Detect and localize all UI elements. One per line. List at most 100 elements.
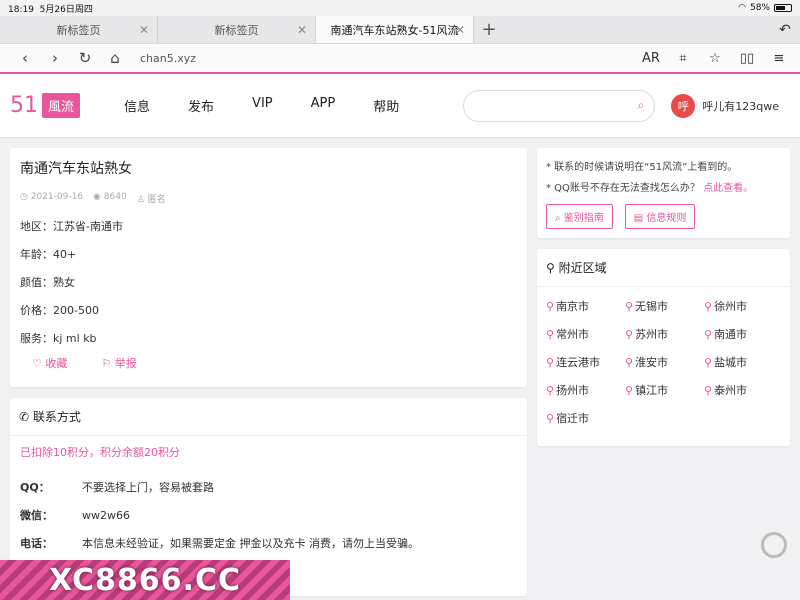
field-value: 40+	[53, 248, 77, 261]
site-logo[interactable]: 51 風流	[10, 93, 81, 118]
city-link[interactable]: ⚲ 常州市	[546, 321, 625, 349]
city-link[interactable]: ⚲ 连云港市	[546, 349, 625, 377]
city-name: 无锡市	[635, 300, 669, 313]
city-link[interactable]: ⚲ 无锡市	[625, 293, 704, 321]
guide-button[interactable]: ⌕ 鉴别指南	[546, 204, 613, 229]
city-link[interactable]: ⚲ 淮安市	[625, 349, 704, 377]
map-pin-icon: ⚲	[704, 356, 713, 369]
promo-banner[interactable]: XC8866.CC	[0, 560, 290, 600]
avatar[interactable]: 呼	[671, 93, 696, 118]
close-icon[interactable]: ✕	[455, 23, 465, 37]
ar-button[interactable]: AR	[640, 51, 662, 66]
report-label: 举报	[114, 357, 137, 370]
search-input[interactable]: ⌕	[463, 89, 656, 122]
map-pin-icon: ⚲	[625, 328, 634, 341]
field-service: 服务：kj ml kb	[20, 325, 517, 353]
main-nav: 信息 发布 VIP APP 帮助	[124, 96, 437, 115]
nav-item-publish[interactable]: 发布	[188, 96, 214, 115]
tip-line-2-text: * QQ账号不存在无法查找怎么办？	[546, 183, 700, 194]
star-icon[interactable]: ☆	[704, 51, 726, 66]
region-card: ⚲ 附近区域 ⚲ 南京市 ⚲ 无锡市 ⚲ 徐州市 ⚲ 常州市 ⚲ 苏州市 ⚲ 南通市 ⚲ 连云港市 ⚲ 淮安市…	[537, 249, 790, 446]
tip-help-link[interactable]: 点此查看。	[703, 183, 753, 194]
tab-active[interactable]: 南通汽车东站熟女-51风流 ✕	[316, 16, 474, 43]
contact-heading: ✆ 联系方式	[10, 398, 527, 436]
city-name: 徐州市	[714, 300, 748, 313]
city-link[interactable]: ⚲ 南通市	[704, 321, 783, 349]
city-name: 苏州市	[635, 328, 669, 341]
field-value: 熟女	[53, 276, 75, 289]
contact-heading-text: 联系方式	[32, 410, 81, 424]
tab-label: 南通汽车东站熟女-51风流	[330, 23, 459, 37]
tab-label: 新标签页	[56, 23, 101, 37]
city-link[interactable]: ⚲ 宿迁市	[546, 405, 625, 433]
scroll-indicator[interactable]	[761, 532, 787, 558]
city-link[interactable]: ⚲ 南京市	[546, 293, 625, 321]
nav-item-vip[interactable]: VIP	[252, 96, 273, 115]
undo-icon[interactable]: ↶	[770, 16, 800, 43]
reload-icon[interactable]: ↻	[70, 49, 100, 67]
tab-new-1[interactable]: 新标签页 ✕	[0, 16, 158, 43]
city-name: 淮安市	[635, 356, 669, 369]
banner-text: XC8866.CC	[48, 562, 241, 598]
contact-key: 电话：	[20, 537, 53, 550]
forward-icon[interactable]: ›	[40, 49, 70, 67]
back-icon[interactable]: ‹	[10, 49, 40, 67]
rules-button[interactable]: ▤ 信息规则	[624, 204, 696, 229]
search-icon[interactable]: ⌕	[637, 98, 644, 113]
city-link[interactable]: ⚲ 扬州市	[546, 377, 625, 405]
post-author: ♙ 匿名	[137, 192, 166, 205]
home-icon[interactable]: ⌂	[100, 49, 130, 67]
contact-row-qq: QQ： 不要选择上门，容易被套路	[20, 474, 517, 502]
post-title: 南通汽车东站熟女	[20, 161, 132, 177]
tab-label: 新标签页	[214, 23, 259, 37]
field-value: 200-500	[53, 304, 99, 317]
report-button[interactable]: ⚐ 举报	[101, 355, 136, 371]
close-icon[interactable]: ✕	[297, 23, 307, 37]
scan-icon[interactable]: ⌗	[672, 51, 694, 66]
contact-value: 本信息未经验证，如果需要定金 押金以及充卡 消费，请勿上当受骗。	[82, 537, 419, 550]
nav-item-help[interactable]: 帮助	[373, 96, 399, 115]
browser-toolbar: ‹ › ↻ ⌂ chan5.xyz AR ⌗ ☆ ▯▯ ≡	[0, 44, 800, 74]
city-name: 连云港市	[556, 356, 601, 369]
address-bar[interactable]: chan5.xyz	[140, 52, 640, 65]
contact-row-phone: 电话： 本信息未经验证，如果需要定金 押金以及充卡 消费，请勿上当受骗。	[20, 530, 517, 558]
book-icon[interactable]: ▯▯	[736, 51, 758, 66]
field-looks: 颜值：熟女	[20, 269, 517, 297]
nav-item-app[interactable]: APP	[311, 96, 336, 115]
favorite-button[interactable]: ♡ 收藏	[32, 355, 67, 371]
city-name: 扬州市	[556, 384, 590, 397]
field-key: 地区：	[20, 220, 53, 233]
tab-new-2[interactable]: 新标签页 ✕	[158, 16, 316, 43]
region-heading: ⚲ 附近区域	[537, 249, 790, 287]
post-fields: 地区：江苏省-南通市 年龄：40+ 颜值：熟女 价格：200-500 服务：kj…	[20, 213, 517, 353]
contact-body: 已扣除10积分，积分余额20积分 QQ： 不要选择上门，容易被套路 微信： ww2w…	[10, 436, 527, 566]
map-pin-icon: ⚲	[704, 300, 713, 313]
wifi-icon: ◠	[738, 3, 746, 13]
toolbar-actions: AR ⌗ ☆ ▯▯ ≡	[640, 51, 790, 66]
city-link[interactable]: ⚲ 镇江市	[625, 377, 704, 405]
city-name: 南京市	[556, 300, 590, 313]
user-menu[interactable]: 呼 呼儿有123qwe	[671, 93, 779, 118]
city-name: 盐城市	[714, 356, 748, 369]
battery-icon	[774, 4, 792, 12]
status-time: 18:19	[8, 4, 34, 15]
city-name: 泰州市	[714, 384, 748, 397]
menu-icon[interactable]: ≡	[768, 51, 790, 66]
city-link[interactable]: ⚲ 盐城市	[704, 349, 783, 377]
city-link[interactable]: ⚲ 苏州市	[625, 321, 704, 349]
city-name: 南通市	[714, 328, 748, 341]
field-value: 江苏省-南通市	[53, 220, 123, 233]
points-notice: 已扣除10积分，积分余额20积分	[20, 446, 180, 459]
flag-icon: ⚐	[101, 357, 112, 370]
contact-key: 微信：	[20, 509, 53, 522]
city-link[interactable]: ⚲ 泰州市	[704, 377, 783, 405]
post-views: ◉ 8640	[93, 192, 127, 205]
status-left: 18:19 5月26日周四	[8, 2, 93, 15]
map-pin-icon: ⚲	[546, 384, 555, 397]
close-icon[interactable]: ✕	[139, 23, 149, 37]
new-tab-button[interactable]: +	[474, 16, 504, 43]
city-link[interactable]: ⚲ 徐州市	[704, 293, 783, 321]
nav-item-info[interactable]: 信息	[124, 96, 150, 115]
user-name[interactable]: 呼儿有123qwe	[702, 98, 779, 114]
map-pin-icon: ⚲	[704, 384, 713, 397]
